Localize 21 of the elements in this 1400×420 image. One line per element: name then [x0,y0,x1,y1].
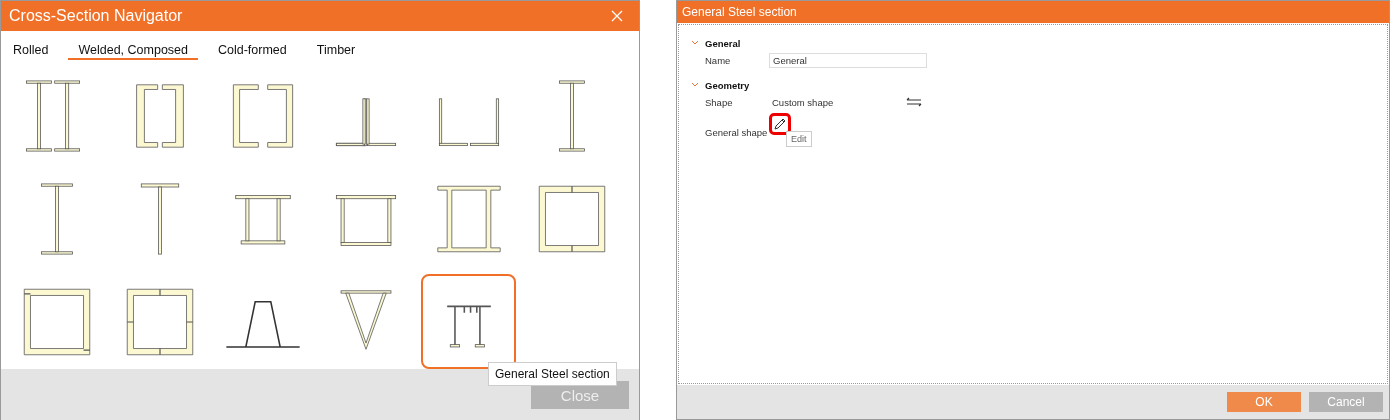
chevron-icon[interactable] [691,82,699,88]
tooltip: General Steel section [488,362,617,386]
name-field[interactable]: General [769,52,927,68]
tab[interactable]: Welded, Composed [68,43,198,60]
chevron-icon[interactable] [691,40,699,46]
property-label: Shape [705,96,734,108]
swap-icon[interactable] [906,97,922,107]
pencil-icon [773,117,787,131]
tab[interactable]: Rolled [13,43,49,60]
tab[interactable]: Cold-formed [218,43,287,60]
edit-button[interactable] [769,113,791,135]
property-label: General shape [705,126,769,138]
window-title: Cross-Section Navigator [9,7,183,25]
close-icon[interactable] [611,10,623,22]
window-title: General Steel section [682,5,797,19]
tab[interactable]: Timber [316,43,356,60]
property-label: Name [705,54,732,66]
property-value: Custom shape [771,96,835,108]
group-title: Geometry [705,79,750,91]
tooltip: Edit [786,131,812,147]
group-title: General [705,37,741,49]
